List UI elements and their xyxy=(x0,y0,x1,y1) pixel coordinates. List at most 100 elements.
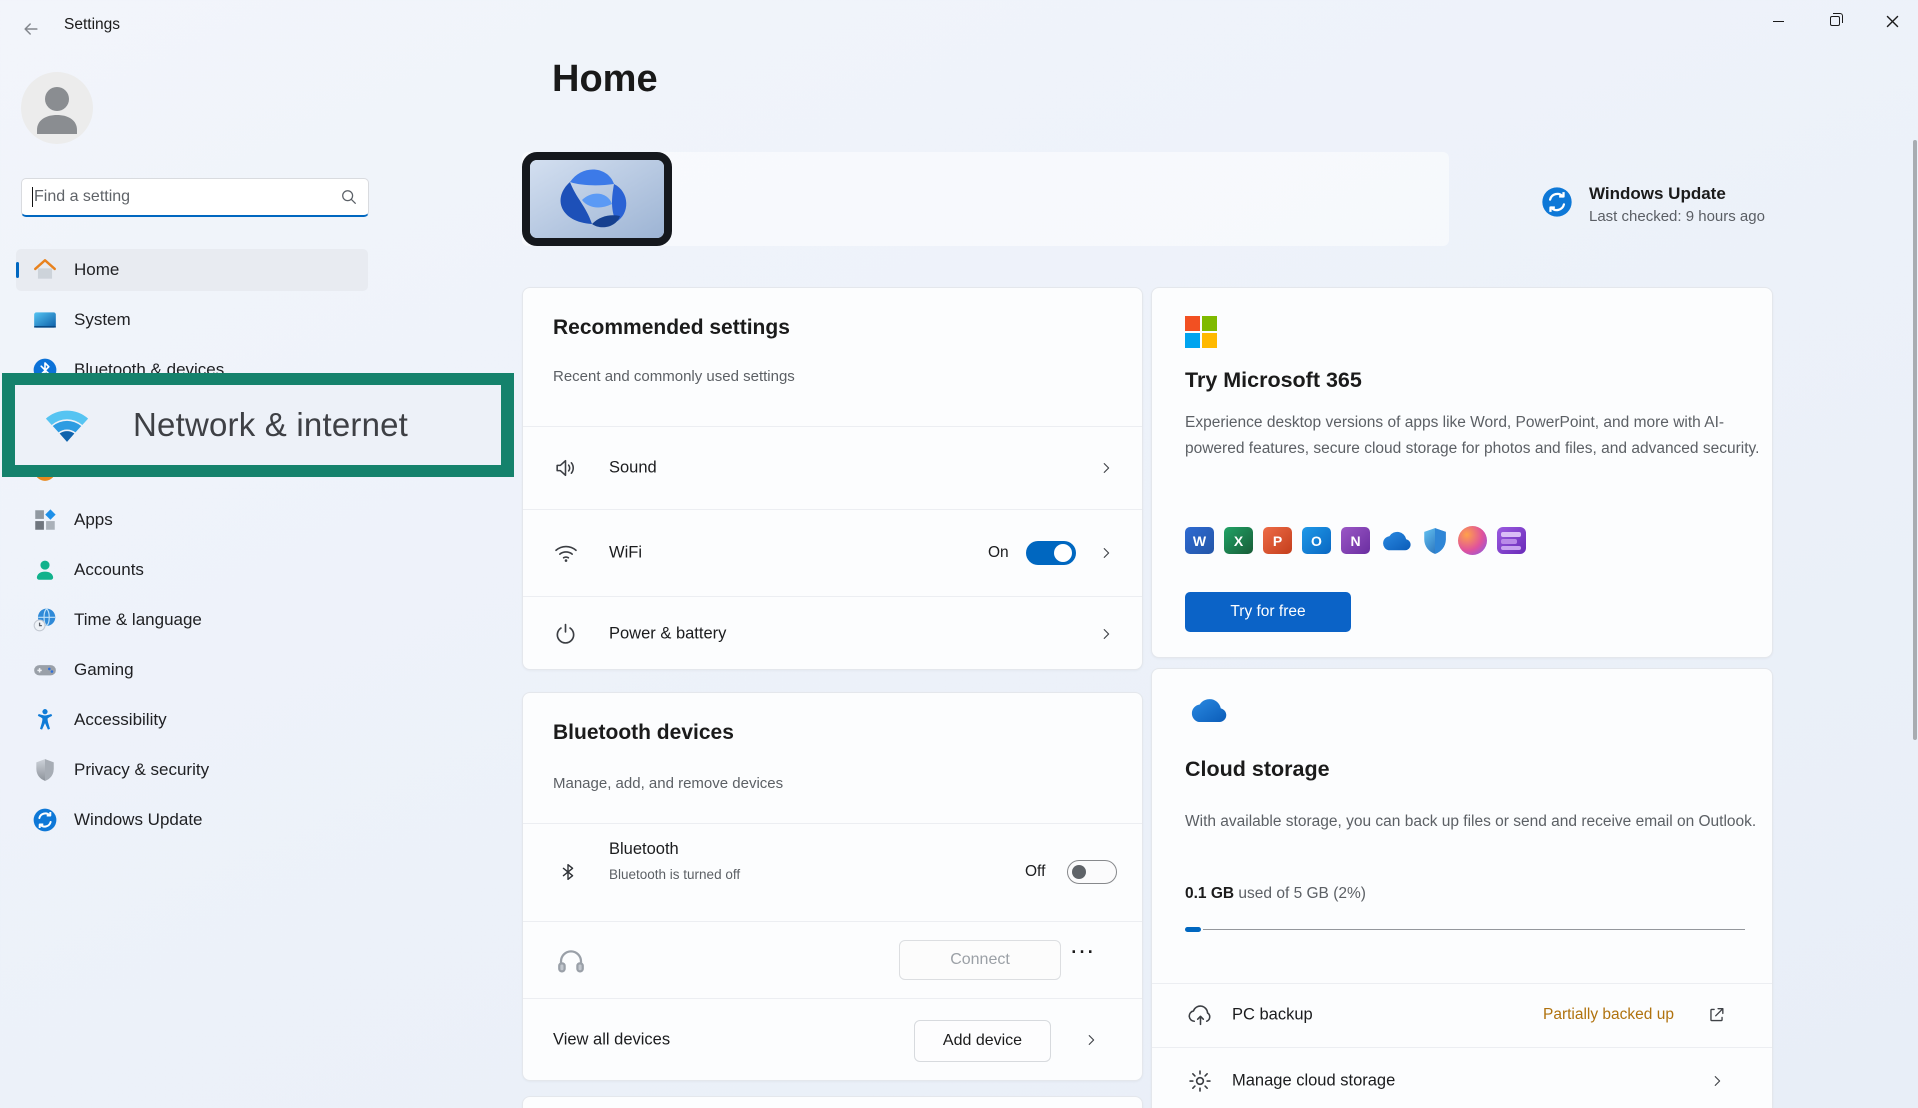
sidebar-item-label: Apps xyxy=(74,510,113,529)
windows-update-chip[interactable]: Windows Update Last checked: 9 hours ago xyxy=(1541,184,1889,225)
gear-icon xyxy=(1187,1068,1213,1094)
onedrive-icon xyxy=(1188,697,1228,724)
card-subtitle: Recent and commonly used settings xyxy=(553,368,795,385)
sidebar-item-privacy-security[interactable]: Privacy & security xyxy=(16,749,368,791)
storage-usage: 0.1 GB used of 5 GB (2%) xyxy=(1185,885,1366,903)
onenote-icon: N xyxy=(1341,527,1370,554)
copilot-icon xyxy=(1458,526,1487,555)
sidebar-item-label: Accessibility xyxy=(74,710,167,729)
chevron-right-icon xyxy=(1710,1074,1724,1088)
connect-button[interactable]: Connect xyxy=(899,940,1061,980)
office-app-icons: W X P O N xyxy=(1185,526,1526,555)
wifi-toggle[interactable] xyxy=(1026,540,1076,565)
windows-update-icon xyxy=(1541,186,1573,218)
windows-update-icon xyxy=(32,807,58,833)
sound-row[interactable]: Sound xyxy=(523,426,1142,509)
person-icon xyxy=(37,87,77,134)
cloud-storage-card: Cloud storage With available storage, yo… xyxy=(1151,668,1773,1108)
close-icon xyxy=(1886,15,1899,28)
power-icon xyxy=(553,621,578,646)
clipchamp-icon xyxy=(1497,527,1526,554)
sidebar-item-windows-update[interactable]: Windows Update xyxy=(16,799,368,841)
sidebar-item-accessibility[interactable]: Accessibility xyxy=(16,699,368,741)
card-title: Bluetooth devices xyxy=(553,721,734,744)
power-battery-row[interactable]: Power & battery xyxy=(523,596,1142,671)
home-icon xyxy=(32,257,58,283)
outlook-icon: O xyxy=(1302,527,1331,554)
microsoft-365-card: Try Microsoft 365 Experience desktop ver… xyxy=(1151,287,1773,658)
sidebar-item-system[interactable]: System xyxy=(16,299,368,341)
row-label: WiFi xyxy=(609,543,642,561)
partial-card xyxy=(522,1096,1143,1108)
avatar[interactable] xyxy=(21,72,93,144)
privacy-shield-icon xyxy=(32,757,58,783)
restore-button[interactable] xyxy=(1812,4,1858,38)
annotation-label: Network & internet xyxy=(133,406,409,443)
progress-fill xyxy=(1185,927,1201,932)
row-label: View all devices xyxy=(553,1030,671,1049)
close-button[interactable] xyxy=(1869,4,1915,38)
restore-icon xyxy=(1830,13,1843,26)
manage-cloud-storage-row[interactable]: Manage cloud storage xyxy=(1152,1047,1772,1108)
speaker-icon xyxy=(553,455,578,480)
more-options-button[interactable]: … xyxy=(1069,929,1096,960)
bluetooth-toggle-row[interactable]: Bluetooth Bluetooth is turned off Off xyxy=(523,823,1142,921)
excel-icon: X xyxy=(1224,527,1253,554)
paired-device-row[interactable]: Connect … xyxy=(523,921,1142,998)
try-for-free-button[interactable]: Try for free xyxy=(1185,592,1351,632)
storage-detail: used of 5 GB (2%) xyxy=(1238,885,1366,902)
sidebar-item-label: Accounts xyxy=(74,560,144,579)
bluetooth-toggle[interactable] xyxy=(1067,860,1117,884)
row-label: Manage cloud storage xyxy=(1232,1071,1396,1090)
annotation-callout: Network & internet xyxy=(15,385,501,465)
pc-backup-row[interactable]: PC backup Partially backed up xyxy=(1152,983,1772,1047)
row-label: Sound xyxy=(609,458,657,476)
add-device-button[interactable]: Add device xyxy=(914,1020,1051,1062)
toggle-state-label: On xyxy=(988,543,1009,561)
wifi-icon xyxy=(41,406,93,444)
bluetooth-icon xyxy=(557,858,579,886)
chevron-right-icon xyxy=(1099,627,1113,641)
recommended-settings-card: Recommended settings Recent and commonly… xyxy=(522,287,1143,670)
sidebar-item-label: Gaming xyxy=(74,660,134,679)
storage-used: 0.1 GB xyxy=(1185,885,1235,902)
sidebar-item-home[interactable]: Home xyxy=(16,249,368,291)
word-icon: W xyxy=(1185,527,1214,554)
text-caret xyxy=(32,187,33,207)
row-label: PC backup xyxy=(1232,1005,1313,1024)
defender-icon xyxy=(1422,527,1448,555)
time-language-icon xyxy=(32,607,58,633)
back-arrow-icon xyxy=(21,19,41,39)
vertical-scrollbar[interactable] xyxy=(1913,140,1917,740)
sidebar-item-label: System xyxy=(74,310,131,329)
sidebar-item-accounts[interactable]: Accounts xyxy=(16,549,368,591)
sidebar-item-gaming[interactable]: Gaming xyxy=(16,649,368,691)
wifi-row[interactable]: WiFi On xyxy=(523,509,1142,596)
card-body: With available storage, you can back up … xyxy=(1185,813,1757,830)
view-all-devices-row[interactable]: View all devices Add device xyxy=(523,998,1142,1082)
minimize-button[interactable] xyxy=(1755,4,1801,38)
search-input[interactable] xyxy=(34,188,340,206)
search-box[interactable] xyxy=(21,178,369,217)
accessibility-icon xyxy=(32,707,58,733)
card-title: Cloud storage xyxy=(1185,757,1330,781)
sidebar-item-apps[interactable]: Apps xyxy=(16,499,368,541)
card-body: Experience desktop versions of apps like… xyxy=(1185,414,1760,457)
row-sublabel: Bluetooth is turned off xyxy=(609,867,741,882)
powerpoint-icon: P xyxy=(1263,527,1292,554)
accounts-icon xyxy=(32,557,58,583)
row-label: Power & battery xyxy=(609,624,727,642)
system-icon xyxy=(32,307,58,333)
storage-progress-bar xyxy=(1185,927,1745,932)
toggle-state-label: Off xyxy=(1025,863,1046,880)
sidebar-item-label: Privacy & security xyxy=(74,760,210,779)
window-title: Settings xyxy=(64,16,121,33)
backup-status: Partially backed up xyxy=(1543,1006,1674,1023)
wifi-icon xyxy=(553,540,579,566)
sidebar-item-time-language[interactable]: Time & language xyxy=(16,599,368,641)
card-title: Try Microsoft 365 xyxy=(1185,368,1362,392)
back-button[interactable] xyxy=(14,12,48,46)
onedrive-icon xyxy=(1380,530,1412,552)
progress-track xyxy=(1203,929,1745,930)
windows-update-status: Last checked: 9 hours ago xyxy=(1589,208,1765,225)
